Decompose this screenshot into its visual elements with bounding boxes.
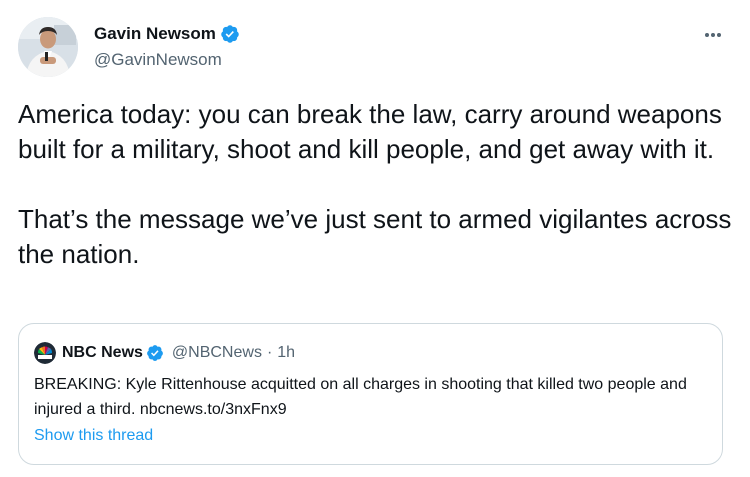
- tweet-paragraph: That’s the message we’ve just sent to ar…: [18, 204, 732, 269]
- quoted-author-handle[interactable]: @NBCNews: [172, 344, 262, 362]
- author-name[interactable]: Gavin Newsom: [94, 24, 216, 44]
- avatar[interactable]: [18, 17, 78, 77]
- quoted-tweet-header: NBC News @NBCNews · 1h: [34, 342, 295, 364]
- quoted-tweet-text: BREAKING: Kyle Rittenhouse acquitted on …: [34, 376, 687, 418]
- verified-badge-icon: [221, 25, 239, 43]
- quoted-timestamp[interactable]: 1h: [277, 344, 295, 362]
- author-handle[interactable]: @GavinNewsom: [94, 50, 222, 70]
- author-name-row: Gavin Newsom: [94, 24, 240, 44]
- tweet-text: America today: you can break the law, ca…: [18, 97, 733, 272]
- nbc-peacock-logo: [34, 342, 56, 364]
- separator-dot: ·: [266, 344, 273, 361]
- tweet-paragraph: America today: you can break the law, ca…: [18, 99, 722, 164]
- quoted-author-name[interactable]: NBC News: [62, 344, 143, 362]
- profile-photo: [18, 17, 78, 77]
- show-thread-link[interactable]: Show this thread: [34, 427, 153, 445]
- quoted-tweet-card[interactable]: NBC News @NBCNews · 1h BREAKING: Kyle Ri…: [18, 323, 723, 465]
- more-options-button[interactable]: [700, 24, 726, 46]
- tweet: Gavin Newsom @GavinNewsom America today:…: [0, 0, 750, 477]
- verified-badge-icon: [147, 345, 163, 361]
- more-horizontal-icon: [705, 33, 721, 37]
